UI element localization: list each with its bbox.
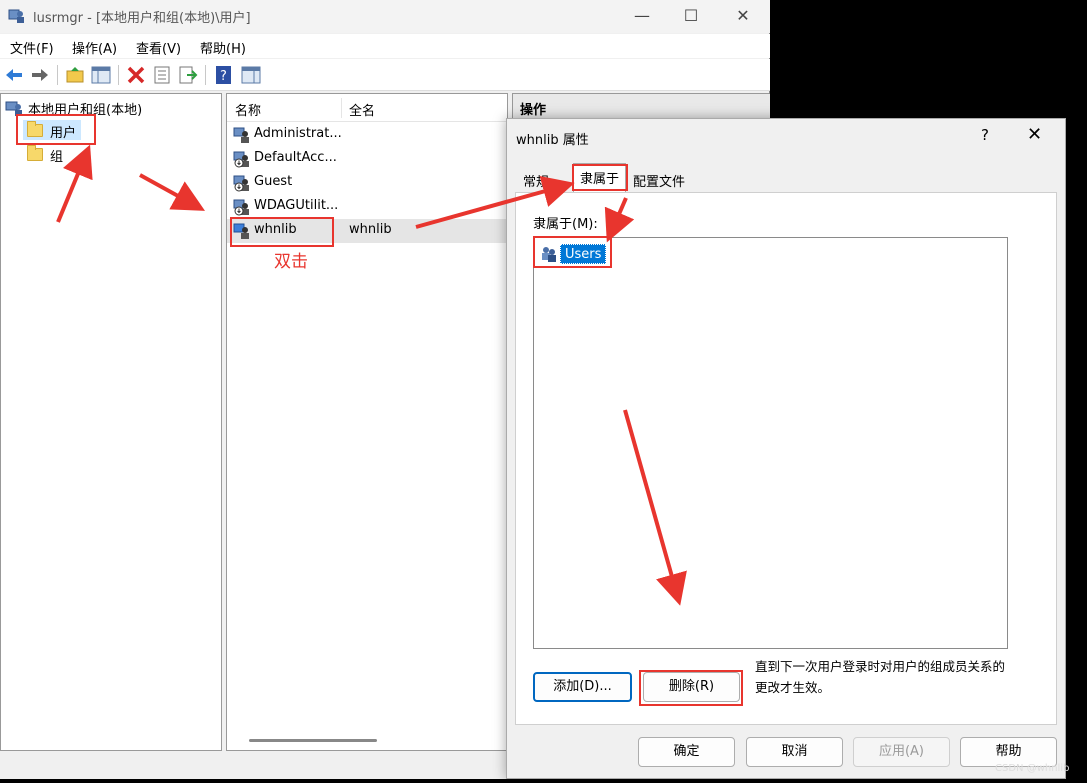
- user-name: DefaultAcc...: [254, 150, 337, 165]
- maximize-button[interactable]: ☐: [678, 4, 704, 28]
- highlight-member-of-tab: [572, 164, 628, 191]
- list-row-wdagutility[interactable]: WDAGUtilit...: [227, 195, 509, 219]
- dialog-help-button[interactable]: ?: [981, 126, 989, 144]
- window-title: lusrmgr - [本地用户和组(本地)\用户]: [33, 11, 251, 26]
- svg-text:?: ?: [220, 69, 227, 84]
- menu-bar: 文件(F) 操作(A) 查看(V) 帮助(H): [0, 34, 770, 58]
- help-icon[interactable]: ?: [214, 65, 234, 85]
- disabled-user-icon: [233, 175, 249, 192]
- tab-general[interactable]: 常规: [517, 167, 555, 193]
- user-name: WDAGUtilit...: [254, 198, 339, 213]
- forward-icon[interactable]: [30, 65, 50, 85]
- menu-view[interactable]: 查看(V): [136, 38, 181, 57]
- member-of-label: 隶属于(M):: [533, 217, 598, 232]
- list-header: 名称 全名: [227, 94, 509, 122]
- list-row-guest[interactable]: Guest: [227, 171, 509, 195]
- action-header: 操作: [513, 94, 770, 120]
- highlight-whnlib-row: [230, 217, 334, 247]
- watermark: CSDN @whnlib: [995, 763, 1070, 774]
- properties-icon[interactable]: [152, 65, 172, 85]
- menu-action[interactable]: 操作(A): [72, 38, 117, 57]
- column-fullname[interactable]: 全名: [349, 100, 375, 119]
- user-icon: [233, 127, 249, 143]
- toolbar: ?: [0, 59, 770, 91]
- users-app-icon: [8, 9, 24, 23]
- column-name[interactable]: 名称: [235, 100, 261, 119]
- member-of-panel: 隶属于(M): Users 添加(D)... 删除(R): [515, 192, 1057, 725]
- membership-note: 直到下一次用户登录时对用户的组成员关系的更改才生效。: [755, 659, 1006, 695]
- menu-file[interactable]: 文件(F): [10, 38, 54, 57]
- dialog-close-button[interactable]: ✕: [1027, 124, 1042, 145]
- tree-item-groups-label: 组: [50, 150, 64, 165]
- disabled-user-icon: [233, 151, 249, 168]
- user-fullname: whnlib: [349, 222, 392, 237]
- export-icon[interactable]: [178, 65, 198, 85]
- list-row-administrator[interactable]: Administrat...: [227, 123, 509, 147]
- list-row-defaultaccount[interactable]: DefaultAcc...: [227, 147, 509, 171]
- cancel-button[interactable]: 取消: [746, 737, 843, 767]
- double-click-annotation: 双击: [274, 252, 308, 272]
- ok-button[interactable]: 确定: [638, 737, 735, 767]
- properties-dialog: whnlib 属性 ? ✕ 常规 隶属于 配置文件 隶属于(M): Users …: [506, 118, 1066, 779]
- show-hide-tree-icon[interactable]: [91, 65, 111, 85]
- user-list-pane: 名称 全名 Administrat... DefaultAcc... Guest…: [226, 93, 509, 751]
- delete-icon[interactable]: [126, 65, 146, 85]
- up-folder-icon[interactable]: [65, 65, 85, 85]
- tree-item-groups[interactable]: 组: [23, 144, 81, 165]
- menu-help[interactable]: 帮助(H): [200, 38, 246, 57]
- dialog-title: whnlib 属性: [516, 133, 589, 148]
- view-icon[interactable]: [241, 65, 261, 85]
- horizontal-scrollbar[interactable]: [249, 739, 377, 742]
- tree-pane: 本地用户和组(本地) 用户 组: [0, 93, 222, 751]
- title-bar: lusrmgr - [本地用户和组(本地)\用户] — ☐ ✕: [0, 0, 770, 33]
- tab-profile[interactable]: 配置文件: [627, 167, 691, 193]
- folder-icon: [27, 145, 43, 161]
- minimize-button[interactable]: —: [629, 4, 655, 28]
- disabled-user-icon: [233, 199, 249, 216]
- member-list[interactable]: Users: [533, 237, 1008, 649]
- highlight-users-folder: [16, 114, 96, 145]
- user-name: Guest: [254, 174, 293, 189]
- close-button[interactable]: ✕: [730, 4, 756, 28]
- add-button[interactable]: 添加(D)...: [533, 672, 632, 702]
- apply-button[interactable]: 应用(A): [853, 737, 950, 767]
- user-name: Administrat...: [254, 126, 342, 141]
- back-icon[interactable]: [4, 65, 24, 85]
- highlight-remove-button: [639, 670, 743, 706]
- highlight-users-member: [533, 236, 612, 268]
